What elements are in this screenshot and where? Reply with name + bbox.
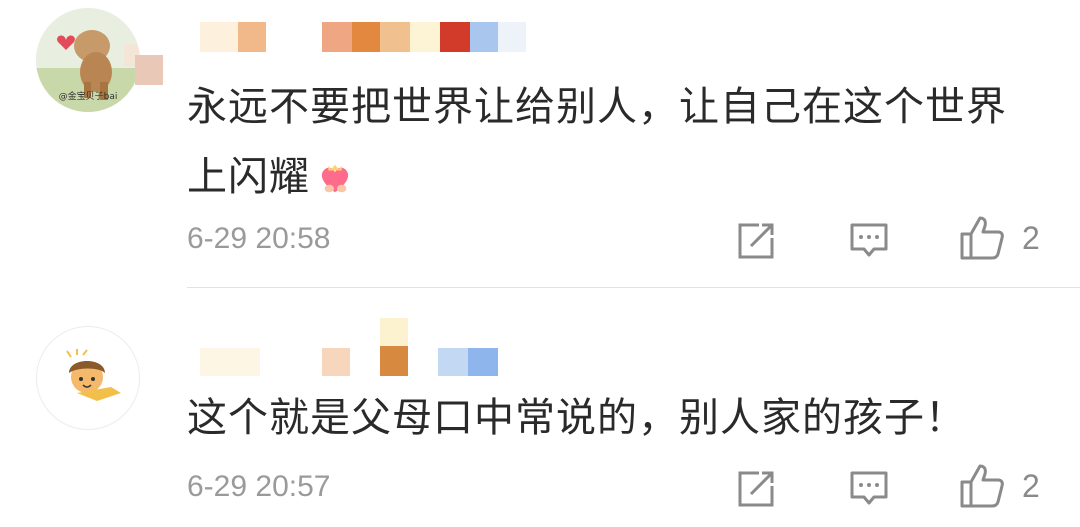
comment-text-content: 这个就是父母口中常说的，别人家的孩子！	[187, 395, 966, 441]
comment-icon[interactable]	[848, 220, 890, 262]
share-icon[interactable]	[735, 468, 777, 510]
like-icon[interactable]	[958, 214, 1006, 262]
comment-item: 这个就是父母口中常说的，别人家的孩子！ 6-29 20:57 2	[0, 288, 1080, 527]
like-icon[interactable]	[958, 462, 1006, 510]
timestamp: 6-29 20:57	[187, 470, 331, 503]
comment-text: 这个就是父母口中常说的，别人家的孩子！	[187, 383, 1047, 453]
like-count: 2	[1022, 468, 1040, 504]
timestamp: 6-29 20:58	[187, 222, 331, 255]
avatar[interactable]	[36, 326, 140, 430]
like-count: 2	[1022, 220, 1040, 256]
avatar[interactable]: @金宝贝子bai	[36, 8, 140, 112]
share-icon[interactable]	[735, 220, 777, 262]
comment-text-content: 永远不要把世界让给别人，让自己在这个世界上闪耀	[187, 84, 1007, 200]
avatar-caption: @金宝贝子bai	[58, 92, 118, 102]
comment-text: 永远不要把世界让给别人，让自己在这个世界上闪耀	[187, 72, 1047, 212]
comment-item: @金宝贝子bai 永远不要把世界让给别人，让自己在这个世界上闪耀 6-29 20…	[0, 0, 1080, 287]
comment-icon[interactable]	[848, 468, 890, 510]
avatar-cartoon-image	[66, 349, 121, 401]
heart-crown-icon	[321, 164, 349, 193]
